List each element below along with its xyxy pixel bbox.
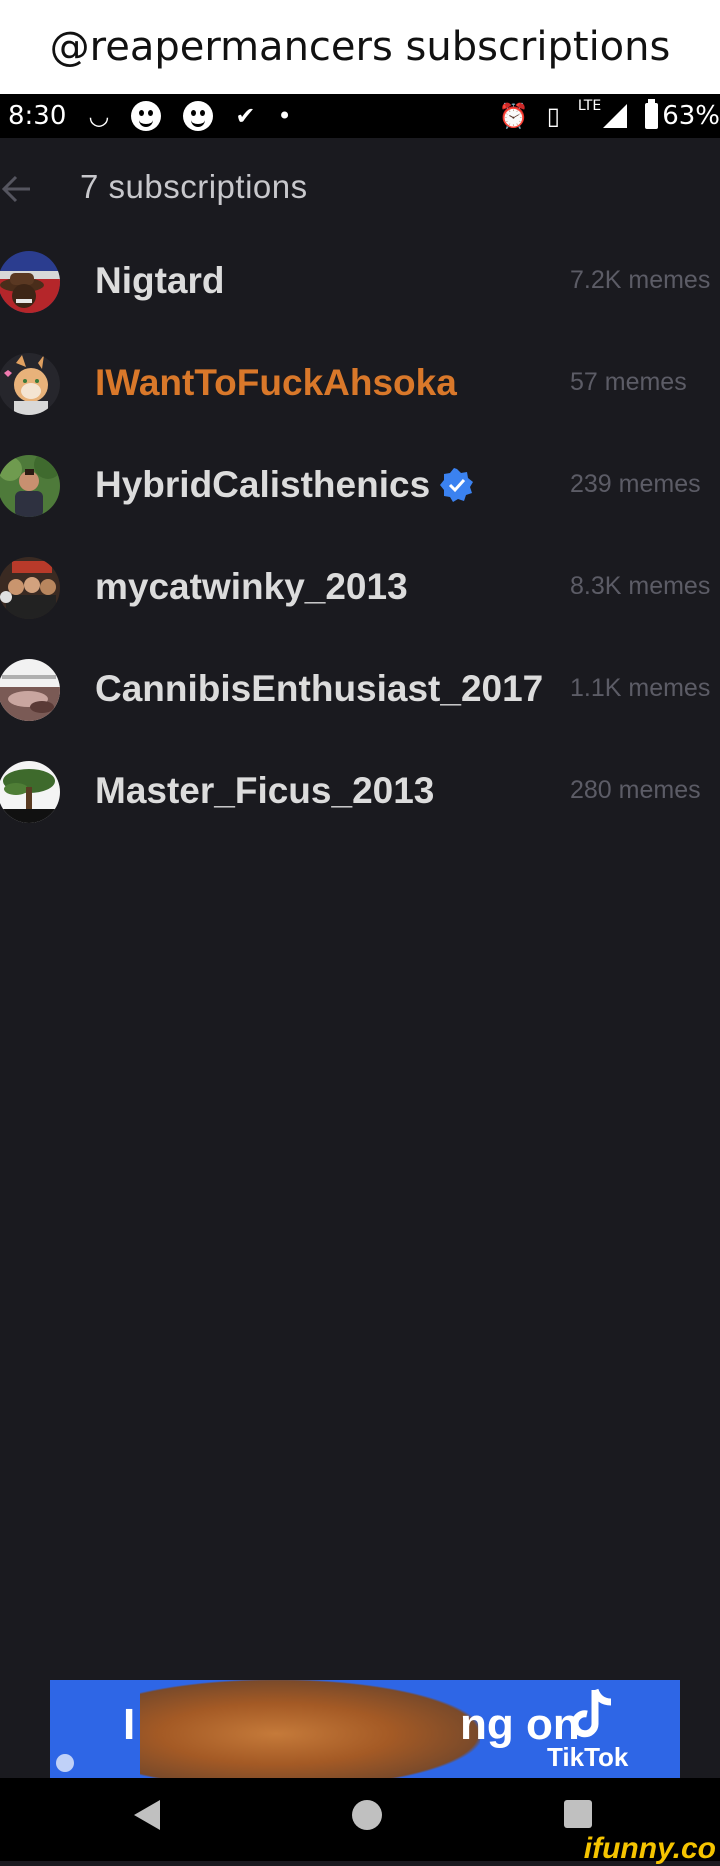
subscription-name[interactable]: CannibisEnthusiast_2017 — [95, 668, 543, 710]
battery-percent: 63% — [662, 101, 720, 131]
avatar[interactable] — [0, 353, 60, 415]
ad-choices-icon[interactable] — [56, 1754, 74, 1772]
subscription-name[interactable]: Nigtard — [95, 260, 225, 302]
vibrate-icon: ▯ — [546, 102, 560, 130]
battery-icon — [645, 99, 659, 129]
page-header: 7 subscriptions — [0, 138, 720, 238]
subscription-row[interactable]: Master_Ficus_2013 280 memes — [0, 740, 720, 842]
meme-count: 280 memes — [570, 776, 701, 804]
subscriptions-list: Nigtard 7.2K memes IWantToFuckAhsoka 57 … — [0, 230, 720, 842]
image-caption: @reapermancers subscriptions — [0, 0, 720, 94]
emoji-notification-icon-2 — [183, 101, 214, 131]
meme-count: 8.3K memes — [570, 572, 711, 600]
meme-count: 239 memes — [570, 470, 701, 498]
network-type: LTE — [577, 98, 602, 114]
avatar[interactable] — [0, 761, 60, 823]
avatar[interactable] — [0, 455, 60, 517]
verified-badge-icon — [440, 468, 474, 502]
avatar[interactable] — [0, 557, 60, 619]
emoji-notification-icon — [131, 101, 162, 131]
smile-notification-icon: ◡ — [88, 102, 110, 130]
subscription-name[interactable]: Master_Ficus_2013 — [95, 770, 434, 812]
meme-count: 57 memes — [570, 368, 687, 396]
nav-home-icon[interactable] — [352, 1800, 382, 1830]
caption-text: @reapermancers subscriptions — [49, 24, 671, 70]
nav-recents-icon[interactable] — [564, 1800, 592, 1828]
subscription-row[interactable]: IWantToFuckAhsoka 57 memes — [0, 332, 720, 434]
status-time: 8:30 — [8, 101, 67, 131]
subscription-name[interactable]: mycatwinky_2013 — [95, 566, 408, 608]
avatar[interactable] — [0, 251, 60, 313]
signal-icon — [603, 104, 628, 128]
subscription-row[interactable]: Nigtard 7.2K memes — [0, 230, 720, 332]
download-done-icon: ✔ — [235, 102, 256, 130]
ad-image-dog — [140, 1680, 480, 1778]
subscription-row[interactable]: HybridCalisthenics 239 memes — [0, 434, 720, 536]
nav-back-icon[interactable] — [134, 1800, 160, 1830]
meme-count: 1.1K memes — [570, 674, 711, 702]
avatar[interactable] — [0, 659, 60, 721]
page-title: 7 subscriptions — [80, 168, 308, 205]
alarm-icon: ⏰ — [498, 102, 529, 130]
more-notifications-dot-icon: • — [277, 102, 292, 130]
meme-count: 7.2K memes — [570, 266, 711, 294]
status-bar: 8:30 ◡ ✔ • ⏰ ▯ LTE 63% — [0, 94, 720, 138]
subscription-name[interactable]: HybridCalisthenics — [95, 464, 474, 506]
ad-brand-label: TikTok — [547, 1742, 629, 1772]
tiktok-ad-banner[interactable]: I ng on TikTok — [50, 1680, 680, 1778]
ad-text-fragment-left: I — [123, 1700, 136, 1749]
subscription-row[interactable]: mycatwinky_2013 8.3K memes — [0, 536, 720, 638]
back-arrow-icon[interactable] — [0, 172, 34, 206]
tiktok-logo-icon — [571, 1688, 612, 1738]
subscription-row[interactable]: CannibisEnthusiast_2017 1.1K memes — [0, 638, 720, 740]
subscription-name[interactable]: IWantToFuckAhsoka — [95, 362, 457, 404]
